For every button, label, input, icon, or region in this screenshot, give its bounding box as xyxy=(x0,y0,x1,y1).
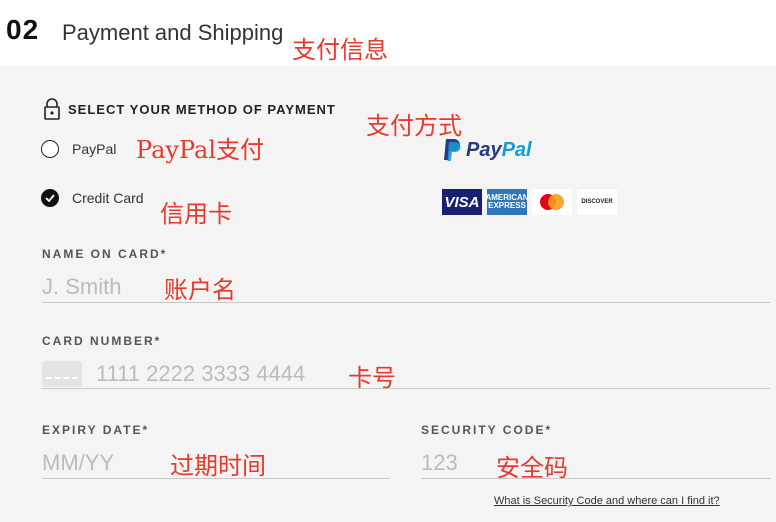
name-on-card-label: NAME ON CARD* xyxy=(42,247,168,261)
payment-method-heading: SELECT YOUR METHOD OF PAYMENT xyxy=(68,101,336,117)
card-number-input[interactable] xyxy=(42,359,770,389)
annotation-payment-method: 支付方式 xyxy=(366,112,462,140)
annotation-card-number: 卡号 xyxy=(348,364,396,392)
visa-logo: VISA xyxy=(442,189,482,215)
name-on-card-input[interactable] xyxy=(42,272,770,303)
paypal-option-label: PayPal xyxy=(72,141,117,157)
annotation-security-code: 安全码 xyxy=(496,454,568,482)
security-code-label: SECURITY CODE* xyxy=(421,423,553,437)
card-logos: VISA AMERICAN EXPRESS DISCOVER xyxy=(442,189,622,215)
mastercard-logo xyxy=(532,189,572,215)
discover-logo: DISCOVER xyxy=(577,189,617,215)
expiry-date-label: EXPIRY DATE* xyxy=(42,423,150,437)
security-code-input[interactable] xyxy=(421,448,771,479)
annotation-paypal: PayPal支付 xyxy=(136,136,264,164)
paypal-logo: PayPal xyxy=(442,138,532,162)
card-number-label: CARD NUMBER* xyxy=(42,334,162,348)
annotation-expiry-date: 过期时间 xyxy=(170,452,266,480)
amex-logo: AMERICAN EXPRESS xyxy=(485,189,529,215)
credit-card-radio[interactable] xyxy=(41,189,59,207)
paypal-option[interactable]: PayPal xyxy=(41,140,116,158)
security-code-help-link[interactable]: What is Security Code and where can I fi… xyxy=(494,495,720,507)
paypal-wordmark: PayPal xyxy=(466,138,532,161)
step-header: 02 Payment and Shipping xyxy=(0,0,776,66)
step-number: 02 xyxy=(6,14,40,45)
credit-card-option[interactable]: Credit Card xyxy=(41,189,144,207)
annotation-credit-card: 信用卡 xyxy=(160,200,232,228)
paypal-radio[interactable] xyxy=(41,140,59,158)
payment-method-heading-row: SELECT YOUR METHOD OF PAYMENT xyxy=(43,98,336,120)
annotation-account-name: 账户名 xyxy=(164,276,236,304)
lock-icon xyxy=(43,98,61,120)
step-title: Payment and Shipping xyxy=(62,20,284,45)
annotation-payment-info: 支付信息 xyxy=(292,36,388,64)
paypal-p-icon xyxy=(444,139,461,161)
credit-card-option-label: Credit Card xyxy=(72,190,144,206)
